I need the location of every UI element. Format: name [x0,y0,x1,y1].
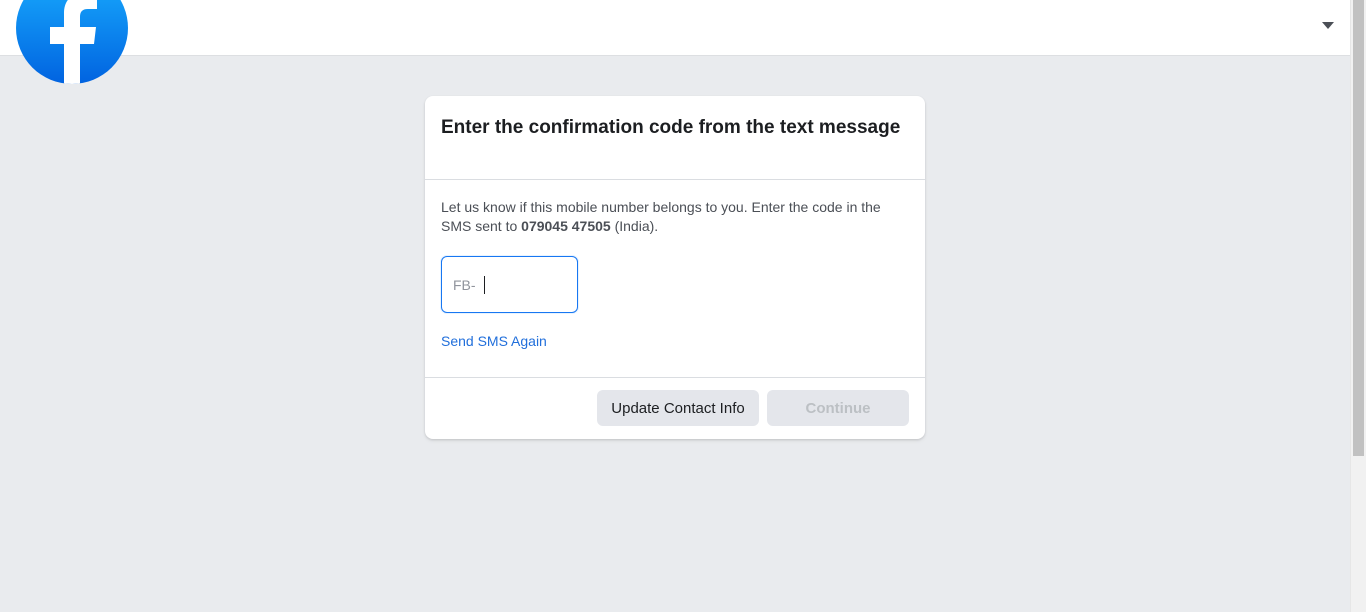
dialog-body: Let us know if this mobile number belong… [425,180,925,378]
scrollbar[interactable] [1350,0,1366,612]
description-country: (India). [610,218,659,234]
caret-down-icon[interactable] [1322,22,1334,29]
confirmation-code-field[interactable]: FB- [441,256,578,313]
scrollbar-thumb[interactable] [1353,0,1364,456]
continue-button[interactable]: Continue [767,390,909,426]
facebook-logo-icon[interactable] [16,0,128,84]
update-contact-info-button[interactable]: Update Contact Info [597,390,759,426]
text-cursor [483,275,485,294]
confirmation-code-input[interactable] [486,276,557,293]
dialog-header: Enter the confirmation code from the tex… [425,96,925,180]
top-navigation-bar [0,0,1350,84]
dialog-footer: Update Contact Info Continue [425,378,925,438]
dialog-title: Enter the confirmation code from the tex… [441,117,901,138]
code-prefix: FB- [453,276,476,293]
send-sms-again-link[interactable]: Send SMS Again [441,333,547,349]
dialog-description: Let us know if this mobile number belong… [441,198,909,236]
description-text: Let us know if this mobile number belong… [441,199,881,234]
phone-number: 079045 47505 [521,218,611,234]
confirmation-dialog: Enter the confirmation code from the tex… [425,96,925,439]
